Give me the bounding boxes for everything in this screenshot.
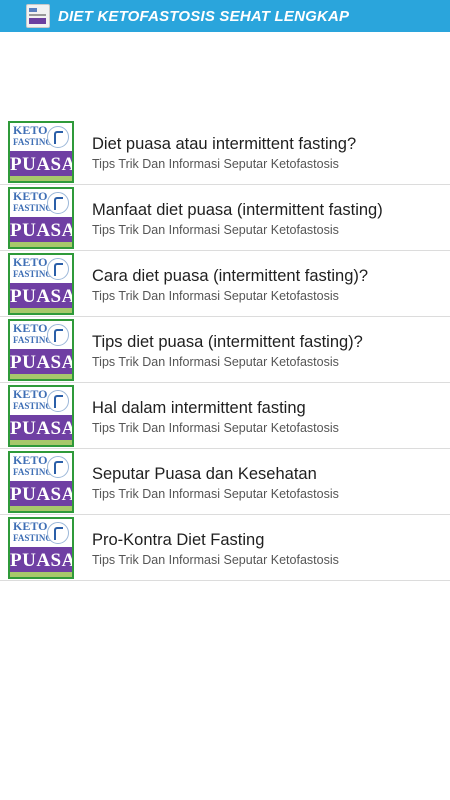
thumbnail-keto-text: KETO	[13, 189, 48, 203]
article-thumbnail: KETO FASTING PUASA	[8, 253, 74, 315]
thumbnail-keto-text: KETO	[13, 519, 48, 533]
app-title: DIET KETOFASTOSIS SEHAT LENGKAP	[58, 7, 350, 25]
list-item-title: Diet puasa atau intermittent fasting?	[92, 135, 357, 153]
article-thumbnail: KETO FASTING PUASA	[8, 121, 74, 183]
thumbnail-puasa-text: PUASA	[10, 220, 74, 241]
list-item-title: Pro-Kontra Diet Fasting	[92, 531, 265, 549]
logo-icon	[47, 522, 69, 544]
list-item-title: Manfaat diet puasa (intermittent fasting…	[92, 201, 383, 219]
list-item-title: Cara diet puasa (intermittent fasting)?	[92, 267, 369, 285]
article-thumbnail: KETO FASTING PUASA	[8, 517, 74, 579]
list-item-subtitle: Tips Trik Dan Informasi Seputar Ketofast…	[92, 355, 339, 369]
list-item[interactable]: KETO FASTING PUASA Pro-Kontra Diet Fasti…	[0, 515, 450, 581]
thumbnail-keto-text: KETO	[13, 321, 48, 335]
logo-icon	[47, 324, 69, 346]
article-thumbnail: KETO FASTING PUASA	[8, 319, 74, 381]
list-item-title: Hal dalam intermittent fasting	[92, 399, 306, 417]
thumbnail-keto-text: KETO	[13, 255, 48, 269]
list-item-subtitle: Tips Trik Dan Informasi Seputar Ketofast…	[92, 223, 339, 237]
thumbnail-keto-text: KETO	[13, 123, 48, 137]
logo-icon	[47, 390, 69, 412]
logo-icon	[47, 126, 69, 148]
thumbnail-puasa-text: PUASA	[10, 484, 74, 505]
thumbnail-puasa-text: PUASA	[10, 154, 74, 175]
list-item-subtitle: Tips Trik Dan Informasi Seputar Ketofast…	[92, 553, 339, 567]
thumbnail-keto-text: KETO	[13, 453, 48, 467]
thumbnail-puasa-text: PUASA	[10, 550, 74, 571]
thumbnail-puasa-text: PUASA	[10, 286, 74, 307]
thumbnail-keto-text: KETO	[13, 387, 48, 401]
app-bar: DIET KETOFASTOSIS SEHAT LENGKAP	[0, 0, 450, 32]
list-item[interactable]: KETO FASTING PUASA Seputar Puasa dan Kes…	[0, 449, 450, 515]
list-item[interactable]: KETO FASTING PUASA Cara diet puasa (inte…	[0, 251, 450, 317]
logo-icon	[47, 456, 69, 478]
list-item[interactable]: KETO FASTING PUASA Hal dalam intermitten…	[0, 383, 450, 449]
list-item[interactable]: KETO FASTING PUASA Diet puasa atau inter…	[0, 119, 450, 185]
thumbnail-puasa-text: PUASA	[10, 352, 74, 373]
list-item-title: Tips diet puasa (intermittent fasting)?	[92, 333, 363, 351]
logo-icon	[47, 192, 69, 214]
app-icon	[26, 4, 50, 28]
list-item[interactable]: KETO FASTING PUASA Tips diet puasa (inte…	[0, 317, 450, 383]
list-item-subtitle: Tips Trik Dan Informasi Seputar Ketofast…	[92, 157, 339, 171]
article-thumbnail: KETO FASTING PUASA	[8, 385, 74, 447]
article-thumbnail: KETO FASTING PUASA	[8, 451, 74, 513]
article-thumbnail: KETO FASTING PUASA	[8, 187, 74, 249]
list-item-subtitle: Tips Trik Dan Informasi Seputar Ketofast…	[92, 289, 339, 303]
thumbnail-puasa-text: PUASA	[10, 418, 74, 439]
logo-icon	[47, 258, 69, 280]
list-item-title: Seputar Puasa dan Kesehatan	[92, 465, 317, 483]
list-item-subtitle: Tips Trik Dan Informasi Seputar Ketofast…	[92, 487, 339, 501]
list-item-subtitle: Tips Trik Dan Informasi Seputar Ketofast…	[92, 421, 339, 435]
list-item[interactable]: KETO FASTING PUASA Manfaat diet puasa (i…	[0, 185, 450, 251]
article-list: KETO FASTING PUASA Diet puasa atau inter…	[0, 119, 450, 581]
